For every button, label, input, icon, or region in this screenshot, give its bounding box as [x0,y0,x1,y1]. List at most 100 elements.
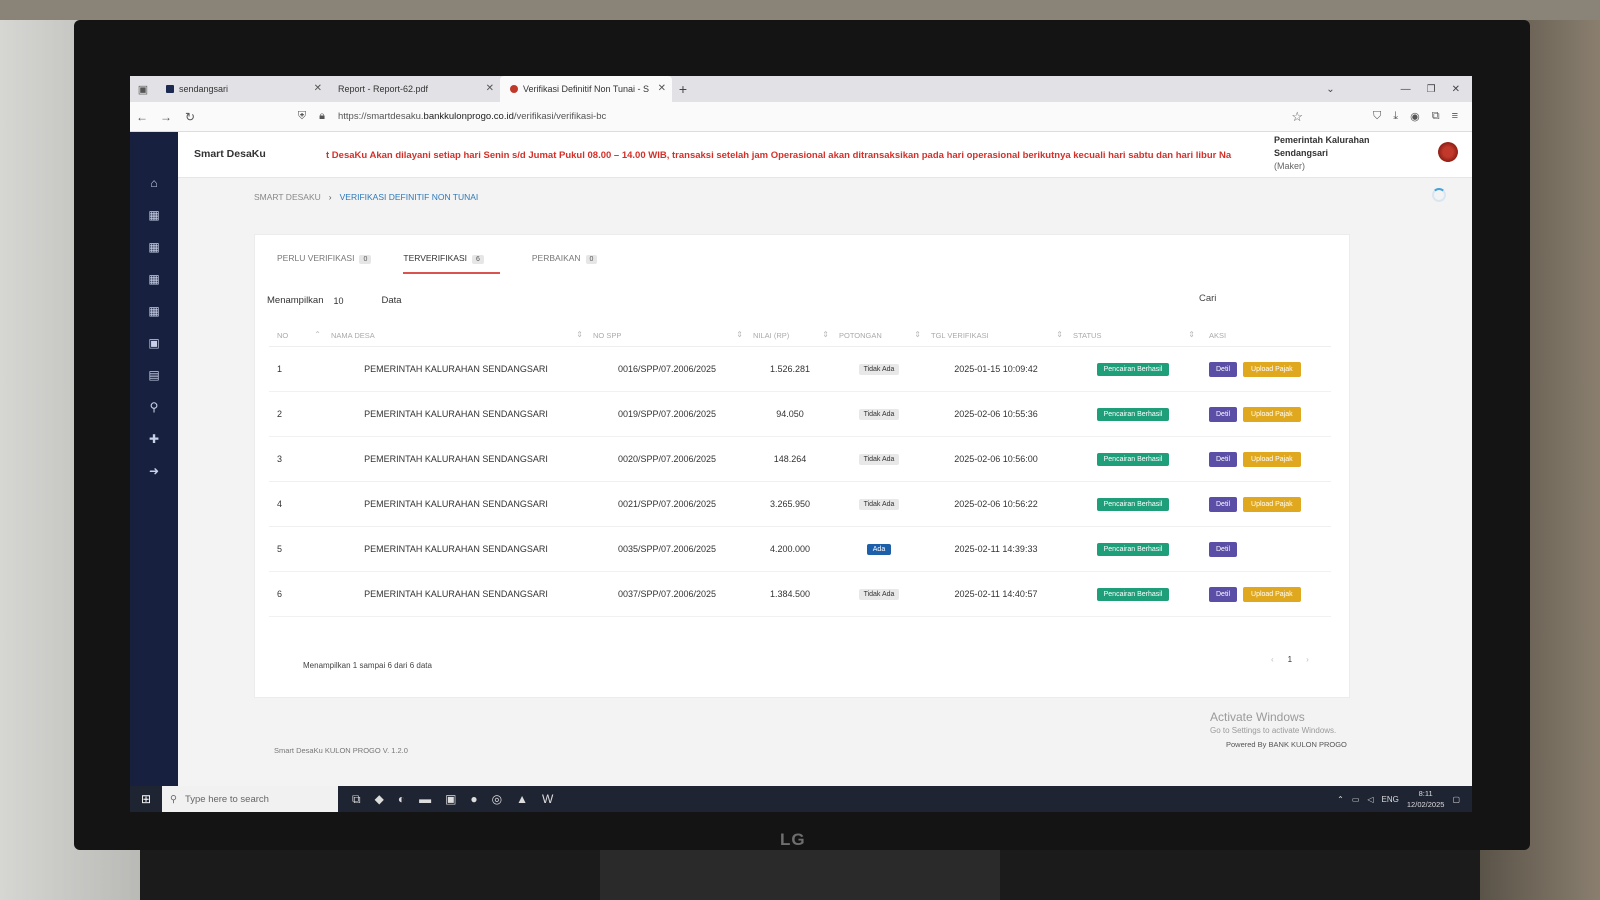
restore-icon[interactable]: ❐ [1427,84,1436,95]
forward-icon[interactable]: → [154,110,178,124]
language-indicator[interactable]: ENG [1382,795,1399,804]
detil-button[interactable]: Detil [1209,541,1238,557]
column-header-nilai[interactable]: NILAI (RP) ⇕ [747,330,833,340]
data-label: Data [381,295,402,306]
map-icon[interactable]: ▦ [130,240,178,272]
map-icon[interactable]: ▦ [130,304,178,336]
download-icon[interactable]: ⤓ [1393,110,1398,123]
taskbar-search[interactable]: ⚲ Type here to search [162,786,338,812]
windows-taskbar: ⊞ ⚲ Type here to search ⧉ ◆ ◐ ▬ ▣ ● ◎ ▲ W… [130,786,1472,812]
detil-button[interactable]: Detil [1209,451,1238,467]
account-icon[interactable]: ◉ [1410,110,1420,123]
tab-list-icon[interactable]: ▣ [130,83,156,96]
lock-icon[interactable]: 🔒︎ [312,110,332,123]
user-info[interactable]: Pemerintah Kalurahan Sendangsari (Maker) [1274,134,1394,173]
column-header-potongan[interactable]: POTONGAN ⇕ [833,330,925,340]
detil-button[interactable]: Detil [1209,361,1238,377]
browser-tab-2[interactable]: Report - Report-62.pdf ✕ [328,76,500,102]
document-icon[interactable]: ▤ [130,368,178,400]
breadcrumb-root[interactable]: SMART DESAKU [254,192,321,202]
close-window-icon[interactable]: ✕ [1452,84,1460,95]
word-icon[interactable]: W [542,792,553,807]
prev-page-icon[interactable]: ‹ [1271,655,1274,664]
new-tab-icon[interactable]: + [672,81,694,97]
volume-icon[interactable]: ◁ [1367,795,1373,804]
cell-status: Pencairan Berhasil [1067,407,1199,421]
column-header-status[interactable]: STATUS ⇕ [1067,330,1199,340]
reload-icon[interactable]: ↻ [178,110,202,124]
next-page-icon[interactable]: › [1306,655,1309,664]
app-brand: Smart DesaKu [194,148,266,160]
chrome-icon[interactable]: ◎ [492,792,502,807]
column-header-tgl-verifikasi[interactable]: TGL VERIFIKASI ⇕ [925,330,1067,340]
logout-icon[interactable]: ➜ [130,464,178,496]
column-header-nama-desa[interactable]: NAMA DESA ⇕ [325,330,587,340]
task-view-icon[interactable]: ⧉ [352,792,361,807]
cell-nilai: 148.264 [773,454,807,464]
cell-potongan: Tidak Ada [833,498,925,510]
cell-nilai: 3.265.950 [769,499,811,509]
search-input[interactable]: Cari [1199,293,1216,304]
close-tab-icon[interactable]: ✕ [314,76,322,102]
tab-perbaikan[interactable]: PERBAIKAN 0 [532,253,598,274]
pocket-icon[interactable]: ⛉ [1373,110,1381,123]
sort-icon: ⇕ [1188,330,1195,339]
avatar[interactable] [1438,142,1458,162]
column-label: NAMA DESA [331,331,375,340]
breadcrumb: SMART DESAKU › VERIFIKASI DEFINITIF NON TU… [254,192,478,202]
map-icon[interactable]: ▦ [130,208,178,240]
close-tab-icon[interactable]: ✕ [486,76,494,102]
column-label: AKSI [1209,331,1227,340]
firefox-icon[interactable]: ● [470,792,477,807]
detil-button[interactable]: Detil [1209,496,1238,512]
tab-dropdown-icon[interactable]: ⌄ [1326,84,1334,95]
map-icon[interactable]: ▦ [130,272,178,304]
column-header-no[interactable]: NO ⌃ [269,330,325,340]
column-header-no-spp[interactable]: NO SPP ⇕ [587,330,747,340]
upload-pajak-button[interactable]: Upload Pajak [1243,361,1301,377]
address-bar[interactable]: https://smartdesaku.bankkulonprogo.co.id… [338,111,606,122]
tab-perlu-verifikasi[interactable]: PERLU VERIFIKASI 0 [277,253,372,274]
extensions-icon[interactable]: ⧉ [1432,110,1440,123]
back-icon[interactable]: ← [130,110,154,124]
copilot-icon[interactable]: ◆ [375,792,384,807]
menu-icon[interactable]: ≡ [1452,110,1458,123]
cell-no: 2 [277,409,283,419]
close-tab-icon[interactable]: ✕ [658,76,666,102]
clock[interactable]: 8:11 12/02/2025 [1407,788,1445,810]
content-card: PERLU VERIFIKASI 0 TERVERIFIKASI 6 PERBAIK… [254,234,1350,698]
search-icon[interactable]: ⚲ [130,400,178,432]
browser-tab-3[interactable]: Verifikasi Definitif Non Tunai - S ✕ [500,76,672,102]
upload-pajak-button[interactable]: Upload Pajak [1243,586,1301,602]
file-explorer-icon[interactable]: ▬ [419,792,431,807]
cell-no-spp: 0037/SPP/07.2006/2025 [617,589,717,599]
detil-button[interactable]: Detil [1209,406,1238,422]
plus-icon[interactable]: ✚ [130,432,178,464]
notification-icon[interactable]: ▢ [1452,795,1460,804]
store-icon[interactable]: ▣ [445,792,456,807]
browser-tab-1[interactable]: sendangsari ✕ [156,76,328,102]
cell-no: 1 [277,364,283,374]
shield-icon[interactable]: ⛨ [292,110,312,123]
upload-pajak-button[interactable]: Upload Pajak [1243,451,1301,467]
page-number[interactable]: 1 [1288,655,1292,664]
page-size-select[interactable]: 10 [334,296,344,306]
tray-chevron-icon[interactable]: ⌃ [1337,795,1344,804]
status-badge: Pencairan Berhasil [1096,587,1170,601]
windows-start-icon[interactable]: ⊞ [130,792,162,806]
upload-pajak-button[interactable]: Upload Pajak [1243,406,1301,422]
acrobat-icon[interactable]: ▲ [516,792,528,807]
tab-terverifikasi[interactable]: TERVERIFIKASI 6 [403,253,500,274]
background-wall-top [0,0,1600,20]
money-icon[interactable]: ▣ [130,336,178,368]
page-size-control: Menampilkan 10 Data [267,295,402,306]
detil-button[interactable]: Detil [1209,586,1238,602]
bookmark-star-icon[interactable]: ☆ [1291,109,1303,125]
minimize-icon[interactable]: — [1401,84,1411,95]
network-icon[interactable]: ▭ [1352,795,1360,804]
upload-pajak-button[interactable]: Upload Pajak [1243,496,1301,512]
home-icon[interactable]: ⌂ [130,176,178,208]
edge-icon[interactable]: ◐ [398,792,405,807]
activate-windows-watermark: Activate Windows Go to Settings to activ… [1210,710,1336,735]
cell-aksi: Detil Upload Pajak [1199,586,1331,602]
